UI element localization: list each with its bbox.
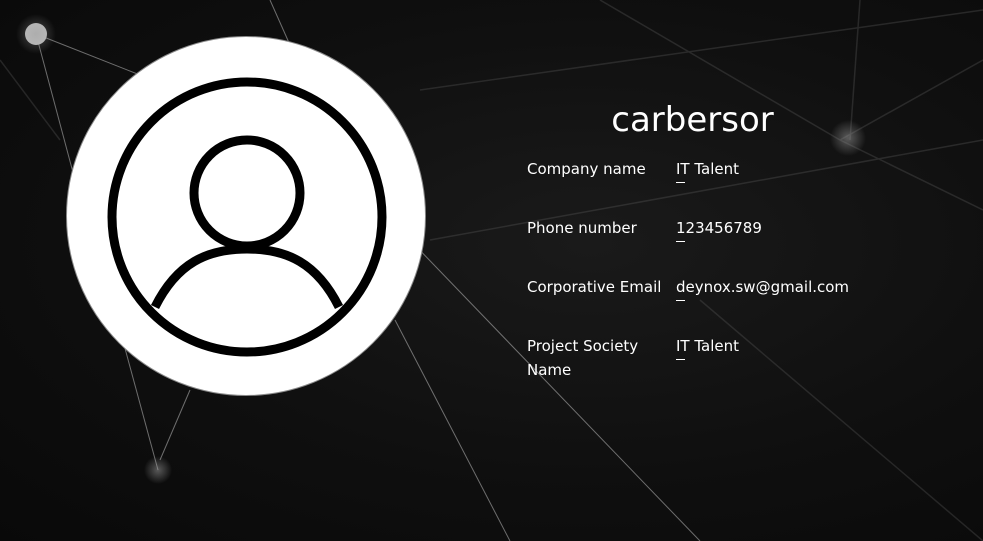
field-value: 123456789 bbox=[676, 216, 762, 242]
field-value: IT Talent bbox=[676, 157, 739, 183]
field-value: deynox.sw@gmail.com bbox=[676, 275, 849, 301]
field-value: IT Talent bbox=[676, 334, 739, 360]
profile-username: carbersor bbox=[611, 100, 774, 140]
user-icon bbox=[107, 77, 387, 357]
avatar bbox=[66, 36, 426, 396]
field-label: Project Society Name bbox=[527, 337, 639, 379]
field-label: Phone number bbox=[527, 219, 637, 237]
field-label: Corporative Email bbox=[527, 278, 662, 296]
profile-page: carbersor Company name IT Talent Phone n… bbox=[0, 0, 983, 541]
field-label: Company name bbox=[527, 160, 646, 178]
